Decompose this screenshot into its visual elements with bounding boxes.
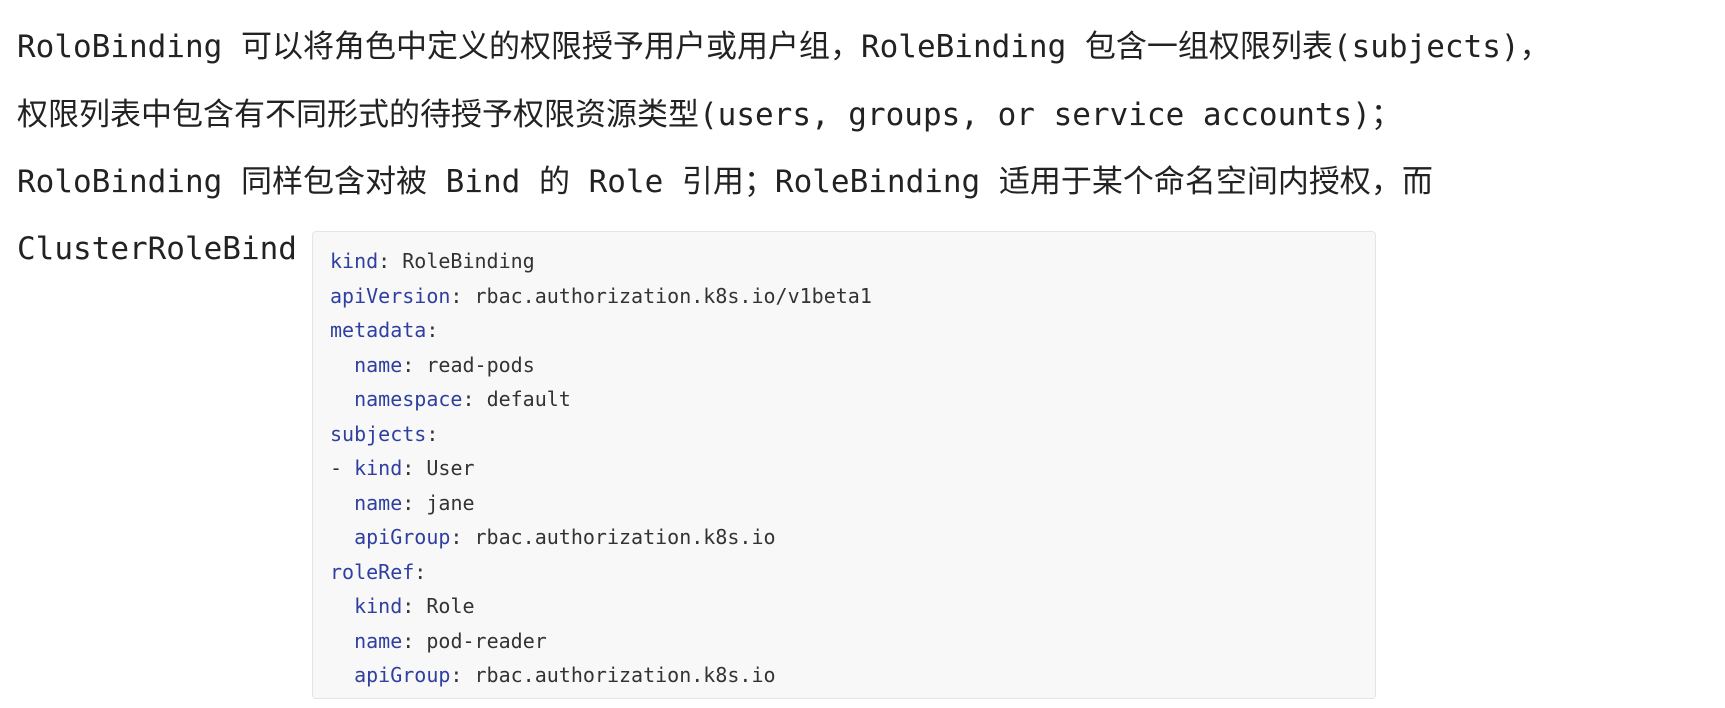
code-list-marker: -	[330, 456, 355, 480]
code-separator: :	[450, 663, 475, 687]
code-line: roleRef:	[330, 555, 1375, 590]
paragraph-line-4: ClusterRoleBind	[17, 231, 297, 267]
code-separator: :	[414, 559, 427, 584]
code-key: kind	[330, 249, 379, 273]
code-line: kind: Role	[330, 589, 1375, 624]
code-separator: :	[402, 594, 427, 618]
code-line: metadata:	[330, 313, 1375, 348]
code-line: name: pod-reader	[330, 624, 1375, 659]
code-line: kind: RoleBinding	[330, 244, 1375, 279]
code-key: apiGroup	[354, 663, 451, 687]
code-key: namespace	[354, 387, 463, 411]
code-key: name	[354, 490, 403, 515]
code-separator: :	[402, 490, 427, 515]
code-value: RoleBinding	[402, 249, 535, 273]
code-key: apiVersion	[330, 283, 451, 308]
code-separator: :	[378, 249, 403, 273]
code-key: roleRef	[330, 559, 415, 584]
code-line: apiVersion: rbac.authorization.k8s.io/v1…	[330, 279, 1375, 314]
code-separator: :	[426, 318, 439, 342]
code-value: rbac.authorization.k8s.io	[474, 525, 776, 549]
code-line: namespace: default	[330, 382, 1375, 417]
code-key: name	[354, 352, 403, 377]
code-key: metadata	[330, 318, 427, 342]
code-separator: :	[450, 283, 475, 308]
code-separator: :	[462, 387, 487, 411]
code-value: rbac.authorization.k8s.io	[474, 663, 776, 687]
code-value: Role	[426, 594, 475, 618]
code-separator: :	[402, 456, 427, 480]
code-value: User	[426, 456, 475, 480]
code-line: apiGroup: rbac.authorization.k8s.io	[330, 658, 1375, 693]
code-value: pod-reader	[426, 628, 547, 653]
paragraph-line-3: RoloBinding 同样包含对被 Bind 的 Role 引用；RoleBi…	[17, 164, 1433, 200]
paragraph-line-2: 权限列表中包含有不同形式的待授予权限资源类型(users, groups, or…	[17, 97, 1402, 133]
code-separator: :	[402, 352, 427, 377]
code-key: subjects	[330, 421, 427, 446]
code-key: name	[354, 628, 403, 653]
code-value: default	[486, 387, 571, 411]
code-line: - kind: User	[330, 451, 1375, 486]
code-key: kind	[354, 594, 403, 618]
code-separator: :	[450, 525, 475, 549]
code-key: kind	[354, 456, 403, 480]
code-value: jane	[426, 490, 475, 515]
code-value: read-pods	[426, 352, 535, 377]
code-line: apiGroup: rbac.authorization.k8s.io	[330, 520, 1375, 555]
code-separator: :	[402, 628, 427, 653]
code-separator: :	[426, 421, 439, 446]
code-value: rbac.authorization.k8s.io/v1beta1	[474, 283, 872, 308]
code-line: subjects:	[330, 417, 1375, 452]
code-line: name: read-pods	[330, 348, 1375, 383]
code-key: apiGroup	[354, 525, 451, 549]
yaml-code-block: kind: RoleBinding apiVersion: rbac.author…	[312, 231, 1376, 699]
code-line: name: jane	[330, 486, 1375, 521]
paragraph-line-1: RoloBinding 可以将角色中定义的权限授予用户或用户组，RoleBind…	[17, 29, 1551, 65]
